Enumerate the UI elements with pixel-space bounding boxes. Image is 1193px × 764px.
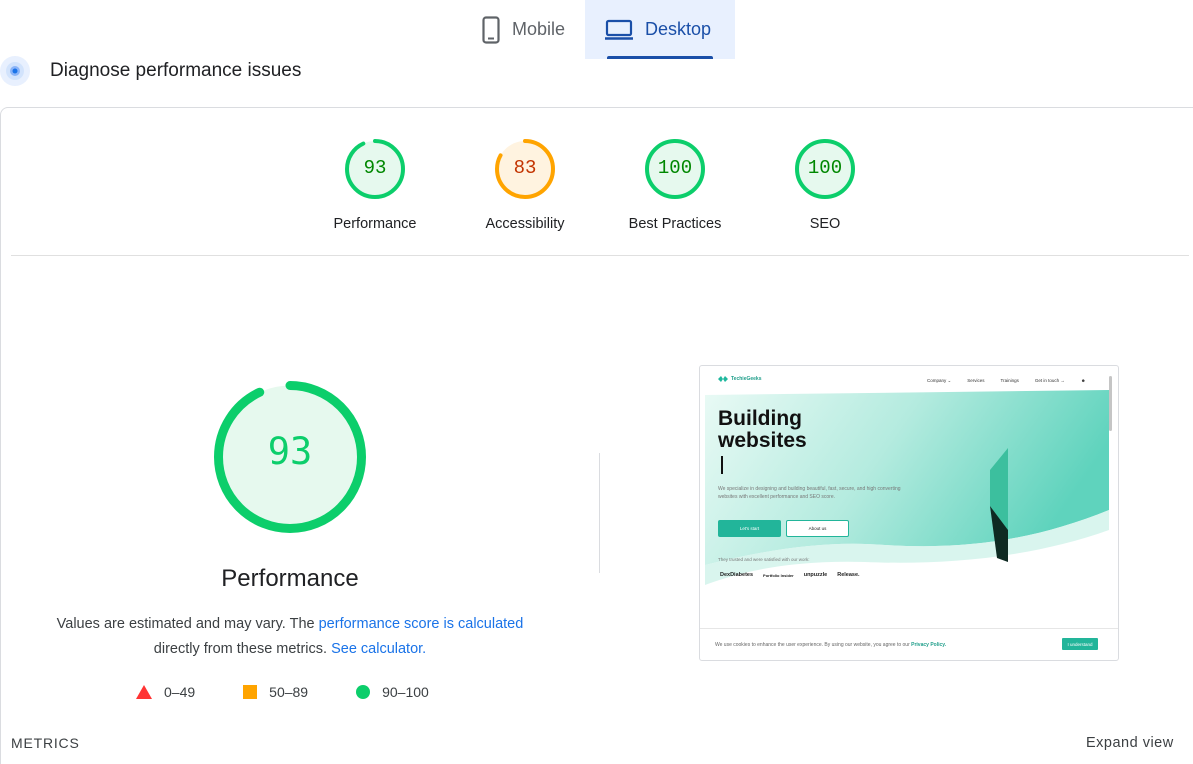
site-trusted-text: They trusted and were satisfied with our…	[718, 557, 810, 562]
gauge-label: Performance	[333, 216, 417, 232]
tab-mobile[interactable]: Mobile	[462, 0, 585, 59]
legend-average-label: 50–89	[269, 684, 309, 700]
site-logo: TechieGeeks	[718, 376, 761, 382]
logo-mark-icon	[718, 376, 728, 382]
gauge-label: SEO	[809, 216, 841, 232]
gauge-ring: 100	[794, 138, 856, 200]
circle-icon	[356, 685, 371, 699]
gauge-seo[interactable]: 100 SEO	[765, 138, 885, 232]
legend-fail: 0–49	[136, 684, 195, 700]
score-calculated-link[interactable]: performance score is calculated	[319, 616, 524, 632]
site-nav: Company ⌄ Services Trainings Get in touc…	[927, 378, 1086, 384]
brand-logo: Release.	[837, 572, 860, 578]
legend-pass-label: 90–100	[382, 684, 429, 700]
performance-title: Performance	[221, 565, 359, 592]
brand-logo: DexDiabetes	[720, 572, 754, 578]
device-tabs: Mobile Desktop	[462, 0, 736, 59]
cookie-policy-link: Privacy Policy.	[911, 642, 947, 648]
legend-average: 50–89	[243, 684, 308, 700]
gauge-label: Accessibility	[485, 216, 565, 232]
site-nav-item: Get in touch →	[1034, 378, 1065, 383]
site-nav-item: Services	[967, 378, 985, 383]
diagnose-title: Diagnose performance issues	[50, 60, 302, 81]
site-nav-item: Company ⌄	[927, 378, 952, 383]
legend-fail-label: 0–49	[164, 684, 196, 700]
cookie-text: We use cookies to enhance the user exper…	[715, 642, 946, 648]
tab-mobile-label: Mobile	[512, 19, 566, 39]
brand-logo: unpuzzle	[803, 572, 828, 578]
logo-text: TechieGeeks	[731, 376, 762, 382]
desc-text: Values are estimated and may vary. The	[56, 616, 319, 632]
site-brand-logos: DexDiabetes Portfolio Insider unpuzzle R…	[720, 572, 860, 578]
site-scrollbar	[1109, 376, 1112, 431]
vertical-separator	[599, 453, 600, 573]
site-headline: Building websites	[718, 408, 807, 452]
performance-description: Values are estimated and may vary. The p…	[40, 612, 540, 662]
see-calculator-link[interactable]: See calculator.	[331, 641, 426, 657]
performance-gauge-large: 93	[213, 380, 367, 534]
cookie-accept-button: I understand	[1062, 638, 1098, 650]
laptop-icon	[605, 19, 634, 41]
gauge-best-practices[interactable]: 100 Best Practices	[615, 138, 735, 232]
site-secondary-button: About us	[786, 520, 849, 537]
site-paragraph: We specialize in designing and building …	[718, 486, 901, 500]
cookie-message: We use cookies to enhance the user exper…	[715, 642, 912, 648]
gauge-accessibility[interactable]: 83 Accessibility	[465, 138, 585, 232]
site-primary-button: Let's start	[718, 520, 781, 537]
square-icon	[243, 685, 258, 699]
gauge-ring: 83	[494, 138, 556, 200]
triangle-icon	[136, 685, 152, 699]
headline-line-1: Building	[718, 407, 802, 430]
diagnose-header: Diagnose performance issues	[0, 56, 301, 86]
performance-score-large: 93	[267, 430, 313, 473]
gauge-score: 93	[363, 157, 387, 179]
tab-desktop-label: Desktop	[645, 19, 712, 39]
target-icon	[0, 56, 30, 86]
gauge-score: 100	[807, 157, 843, 179]
text-caret	[721, 456, 723, 474]
site-nav-item: Trainings	[1000, 378, 1019, 383]
desc-text-2: directly from these metrics.	[153, 641, 328, 657]
headline-line-2: websites	[718, 429, 807, 452]
expand-view-button[interactable]: Expand view	[1086, 735, 1174, 751]
divider	[11, 255, 1189, 256]
brand-logo: Portfolio Insider	[763, 572, 794, 578]
user-icon: ☻	[1080, 378, 1086, 383]
gauge-performance[interactable]: 93 Performance	[315, 138, 435, 232]
page-screenshot[interactable]: TechieGeeks Company ⌄ Services Trainings…	[699, 365, 1119, 661]
gauge-score: 100	[657, 157, 693, 179]
gauge-ring: 93	[344, 138, 406, 200]
phone-icon	[482, 15, 500, 44]
site-cookie-banner: We use cookies to enhance the user exper…	[700, 628, 1118, 660]
metrics-heading: METRICS	[11, 735, 80, 751]
gauge-label: Best Practices	[628, 216, 722, 232]
score-legend: 0–49 50–89 90–100	[136, 684, 477, 700]
legend-pass: 90–100	[356, 684, 429, 700]
tab-desktop[interactable]: Desktop	[585, 0, 736, 59]
gauge-ring: 100	[644, 138, 706, 200]
gauge-score: 83	[513, 157, 537, 179]
